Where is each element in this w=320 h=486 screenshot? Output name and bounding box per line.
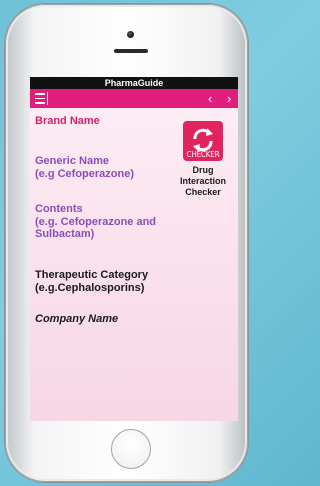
- therapeutic-category-label: Therapeutic Category: [35, 269, 149, 281]
- app-screen: PharmaGuide ‹ › Brand Name Generic Name …: [30, 77, 238, 421]
- generic-name-label: Generic Name: [35, 155, 109, 167]
- company-name-field[interactable]: Company Name: [35, 313, 118, 326]
- home-button[interactable]: [111, 429, 151, 469]
- front-camera: [127, 31, 134, 38]
- checker-icon-text: CHECKER: [186, 150, 220, 159]
- menu-icon[interactable]: [35, 93, 45, 104]
- company-name-label: Company Name: [35, 313, 119, 325]
- therapeutic-category-example: (e.g.Cephalosporins): [35, 281, 145, 294]
- earpiece-speaker: [114, 49, 148, 53]
- checker-label-line1: Drug: [192, 165, 214, 175]
- contents-label: Contents: [35, 203, 83, 215]
- brand-name-field[interactable]: Brand Name: [35, 115, 100, 128]
- chevron-left-icon[interactable]: ‹: [208, 90, 212, 107]
- nav-divider: [47, 92, 48, 105]
- app-title: PharmaGuide: [30, 77, 238, 89]
- therapeutic-category-field[interactable]: Therapeutic Category (e.g.Cephalosporins…: [35, 269, 148, 294]
- interaction-checker-icon[interactable]: CHECKER: [183, 121, 223, 161]
- contents-example-line2: Sulbactam): [35, 228, 95, 240]
- brand-name-label: Brand Name: [35, 115, 100, 127]
- contents-example-line1: (e.g. Cefoperazone and: [35, 215, 157, 228]
- phone-frame: PharmaGuide ‹ › Brand Name Generic Name …: [5, 4, 248, 482]
- nav-bar: ‹ ›: [30, 89, 238, 108]
- drug-interaction-checker-label[interactable]: Drug Interaction Checker: [170, 165, 236, 198]
- chevron-right-icon[interactable]: ›: [227, 90, 231, 107]
- generic-name-field[interactable]: Generic Name (e.g Cefoperazone): [35, 155, 134, 180]
- checker-label-line2: Interaction: [179, 176, 226, 186]
- contents-field[interactable]: Contents (e.g. Cefoperazone and Sulbacta…: [35, 203, 156, 241]
- generic-name-example: (e.g Cefoperazone): [35, 167, 135, 180]
- checker-label-line3: Checker: [185, 187, 221, 197]
